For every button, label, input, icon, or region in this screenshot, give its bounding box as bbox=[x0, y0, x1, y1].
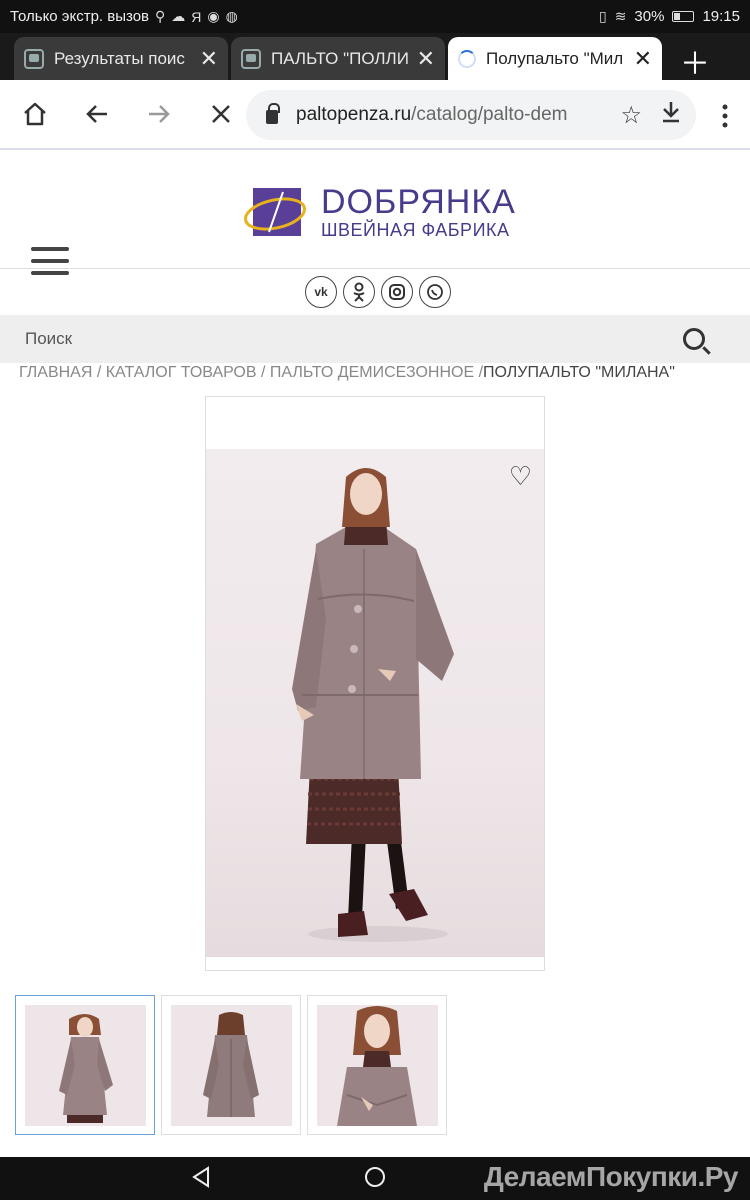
menu-icon[interactable] bbox=[31, 247, 69, 283]
watermark-logo: ДелаемПокупки.Ру bbox=[484, 1161, 738, 1193]
close-icon[interactable]: ✕ bbox=[417, 46, 435, 72]
brand-subtitle: ШВЕЙНАЯ ФАБРИКА bbox=[321, 220, 516, 241]
logo-mark-icon bbox=[243, 182, 307, 242]
close-icon[interactable]: ✕ bbox=[634, 46, 652, 72]
carrier-text: Только экстр. вызов bbox=[10, 8, 149, 25]
instagram-icon[interactable] bbox=[381, 276, 413, 308]
star-icon[interactable]: ☆ bbox=[620, 101, 642, 130]
tab-title: Результаты поис bbox=[54, 49, 192, 69]
address-bar[interactable]: paltopenza.ru/catalog/palto-dem ☆ bbox=[246, 90, 696, 140]
tab-title: Полупальто "Мил bbox=[486, 49, 626, 69]
battery-icon bbox=[672, 11, 694, 22]
whatsapp-icon[interactable] bbox=[419, 276, 451, 308]
breadcrumb: ГЛАВНАЯ / КАТАЛОГ ТОВАРОВ / ПАЛЬТО ДЕМИС… bbox=[19, 364, 675, 382]
thumbnail-gallery bbox=[15, 995, 447, 1135]
forward-icon[interactable] bbox=[130, 101, 188, 127]
breadcrumb-current: ПОЛУПАЛЬТО "МИЛАНА" bbox=[483, 364, 675, 381]
tab-milana[interactable]: Полупальто "Мил ✕ bbox=[448, 37, 662, 80]
divider bbox=[0, 268, 750, 269]
favicon-icon bbox=[24, 49, 44, 69]
breadcrumb-home[interactable]: ГЛАВНАЯ bbox=[19, 364, 92, 381]
stop-loading-icon[interactable] bbox=[192, 103, 250, 125]
nav-home-icon[interactable] bbox=[363, 1165, 387, 1194]
search-icon: ⚲ bbox=[155, 8, 165, 25]
search-input[interactable]: Поиск bbox=[25, 329, 683, 349]
tab-title: ПАЛЬТО "ПОЛЛИ bbox=[271, 49, 409, 69]
brand-name: DОБРЯНКА bbox=[321, 184, 516, 220]
vibrate-icon: ▯ bbox=[599, 8, 607, 25]
close-icon[interactable]: ✕ bbox=[200, 46, 218, 72]
search-icon[interactable] bbox=[683, 328, 705, 350]
system-nav-bar: ДелаемПокупки.Ру bbox=[0, 1157, 750, 1200]
browser-toolbar: paltopenza.ru/catalog/palto-dem ☆ bbox=[0, 80, 750, 150]
site-logo[interactable]: DОБРЯНКА ШВЕЙНАЯ ФАБРИКА bbox=[243, 182, 516, 242]
breadcrumb-catalog[interactable]: КАТАЛОГ ТОВАРОВ bbox=[106, 364, 257, 381]
web-page: DОБРЯНКА ШВЕЙНАЯ ФАБРИКА vk Поиск ГЛАВНА… bbox=[0, 152, 750, 1157]
wifi-icon: ≋ bbox=[615, 8, 627, 25]
vk-icon[interactable]: vk bbox=[305, 276, 337, 308]
home-icon[interactable] bbox=[6, 101, 64, 127]
tab-polli[interactable]: ПАЛЬТО "ПОЛЛИ ✕ bbox=[231, 37, 445, 80]
product-photo[interactable]: ♡ bbox=[206, 449, 544, 957]
tab-search-results[interactable]: Результаты поис ✕ bbox=[14, 37, 228, 80]
favorite-heart-icon[interactable]: ♡ bbox=[509, 461, 532, 492]
site-search[interactable]: Поиск bbox=[0, 315, 750, 363]
thumbnail-detail[interactable] bbox=[307, 995, 447, 1135]
lock-icon bbox=[266, 110, 278, 124]
loading-spinner-icon bbox=[458, 50, 476, 68]
thumbnail-front[interactable] bbox=[15, 995, 155, 1135]
cloud-icon: ☁ bbox=[171, 8, 185, 25]
product-image-frame: ♡ bbox=[205, 396, 545, 971]
battery-percent: 30% bbox=[634, 8, 664, 25]
social-links: vk bbox=[305, 276, 451, 308]
url-text: paltopenza.ru/catalog/palto-dem bbox=[296, 104, 602, 126]
breadcrumb-category[interactable]: ПАЛЬТО ДЕМИСЕЗОННОЕ bbox=[270, 364, 474, 381]
thumbnail-back[interactable] bbox=[161, 995, 301, 1135]
new-tab-icon[interactable]: ＋ bbox=[680, 39, 710, 83]
nav-back-icon[interactable] bbox=[190, 1165, 212, 1194]
clock: 19:15 bbox=[702, 8, 740, 25]
tab-strip: Результаты поис ✕ ПАЛЬТО "ПОЛЛИ ✕ Полупа… bbox=[0, 33, 750, 80]
download-icon[interactable] bbox=[660, 100, 682, 131]
app2-icon: ◍ bbox=[226, 8, 238, 25]
yandex-icon: Я bbox=[191, 9, 201, 25]
odnoklassniki-icon[interactable] bbox=[343, 276, 375, 308]
more-menu-icon[interactable] bbox=[722, 104, 728, 128]
favicon-icon bbox=[241, 49, 261, 69]
status-bar: Только экстр. вызов ⚲ ☁ Я ◉ ◍ ▯ ≋ 30% 19… bbox=[0, 0, 750, 33]
watermark-text: ДелаемПокупки.Ру bbox=[484, 1161, 738, 1192]
app-icon: ◉ bbox=[207, 8, 219, 25]
back-icon[interactable] bbox=[68, 101, 126, 127]
